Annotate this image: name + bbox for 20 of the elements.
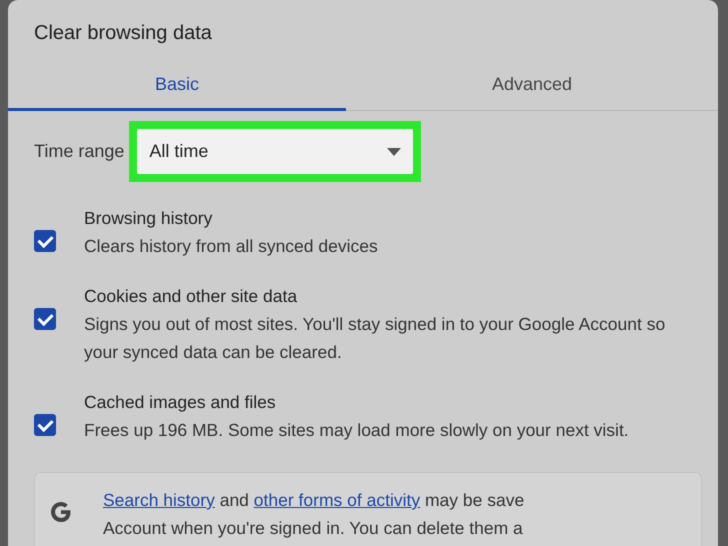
time-range-dropdown[interactable]: All time <box>137 129 414 174</box>
option-title: Cached images and files <box>84 391 277 414</box>
tab[interactable]: Basic <box>8 70 346 111</box>
checkbox[interactable] <box>34 414 56 436</box>
option-title: Browsing history <box>84 207 214 230</box>
option-title: Cookies and other site data <box>84 285 298 308</box>
g-logo-icon <box>49 500 73 524</box>
dialog-title: Clear browsing data <box>33 21 213 46</box>
option-description: Signs you out of most sites. You'll stay signed in to your Google Account so your synced data can be cleared. <box>84 313 666 364</box>
option-description: Clears history from all synced devices <box>84 235 379 258</box>
checkbox[interactable] <box>34 230 56 252</box>
link[interactable]: Search history <box>103 490 215 510</box>
option-description: Frees up 196 MB. Some sites may load more slowly on your next visit. <box>84 419 630 442</box>
field-label: Time range <box>34 141 124 162</box>
tab[interactable]: Advanced <box>346 70 718 111</box>
link[interactable]: other forms of activity <box>254 490 420 510</box>
info-text: Search history and other forms of activity may be save <box>103 489 524 512</box>
info-text: Account when you're signed in. You can delete them a <box>103 517 524 540</box>
checkbox[interactable] <box>34 308 56 330</box>
caret-icon <box>387 148 402 156</box>
